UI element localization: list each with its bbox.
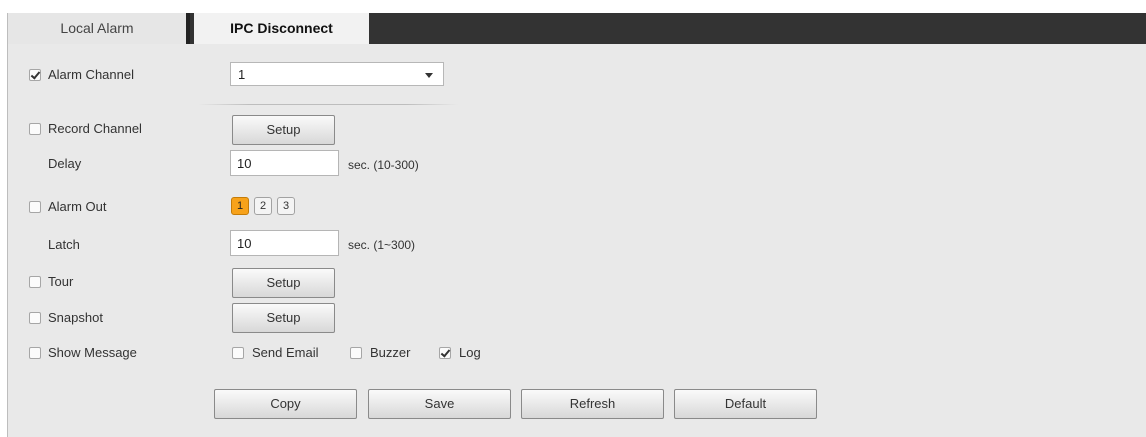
ipc-disconnect-panel: Local Alarm IPC Disconnect Alarm Channel… xyxy=(7,13,1146,437)
snapshot-checkbox[interactable] xyxy=(29,312,41,324)
alarm-channel-label: Alarm Channel xyxy=(48,67,134,82)
alarm-out-3-button[interactable]: 3 xyxy=(277,197,295,215)
tour-setup-button[interactable]: Setup xyxy=(232,268,335,298)
alarm-channel-checkbox[interactable] xyxy=(29,69,41,81)
copy-button[interactable]: Copy xyxy=(214,389,357,419)
chevron-down-icon xyxy=(425,73,433,78)
delay-input[interactable]: 10 xyxy=(230,150,339,176)
alarm-out-2-button[interactable]: 2 xyxy=(254,197,272,215)
log-checkbox[interactable] xyxy=(439,347,451,359)
tour-label: Tour xyxy=(48,274,74,289)
alarm-out-checkbox[interactable] xyxy=(29,201,41,213)
log-label: Log xyxy=(459,345,481,360)
default-button[interactable]: Default xyxy=(674,389,817,419)
tour-checkbox[interactable] xyxy=(29,276,41,288)
tab-local-alarm[interactable]: Local Alarm xyxy=(8,13,190,44)
latch-input[interactable]: 10 xyxy=(230,230,339,256)
send-email-label: Send Email xyxy=(252,345,319,360)
alarm-out-1-button[interactable]: 1 xyxy=(231,197,249,215)
send-email-checkbox[interactable] xyxy=(232,347,244,359)
tab-ipc-disconnect[interactable]: IPC Disconnect xyxy=(194,13,369,44)
record-channel-setup-button[interactable]: Setup xyxy=(232,115,335,145)
delay-label: Delay xyxy=(48,156,82,171)
snapshot-label: Snapshot xyxy=(48,310,103,325)
refresh-button[interactable]: Refresh xyxy=(521,389,664,419)
buzzer-checkbox[interactable] xyxy=(350,347,362,359)
alarm-out-label: Alarm Out xyxy=(48,199,107,214)
record-channel-label: Record Channel xyxy=(48,121,142,136)
record-channel-checkbox[interactable] xyxy=(29,123,41,135)
alarm-channel-select[interactable]: 1 xyxy=(230,62,444,86)
alarm-channel-value: 1 xyxy=(238,67,246,82)
latch-label: Latch xyxy=(48,237,80,252)
show-message-label: Show Message xyxy=(48,345,137,360)
latch-unit: sec. (1~300) xyxy=(348,238,416,252)
save-button[interactable]: Save xyxy=(368,389,511,419)
divider xyxy=(198,104,458,105)
delay-unit: sec. (10-300) xyxy=(348,158,419,172)
snapshot-setup-button[interactable]: Setup xyxy=(232,303,335,333)
tab-bar: Local Alarm IPC Disconnect xyxy=(8,13,1146,44)
buzzer-label: Buzzer xyxy=(370,345,411,360)
show-message-checkbox[interactable] xyxy=(29,347,41,359)
